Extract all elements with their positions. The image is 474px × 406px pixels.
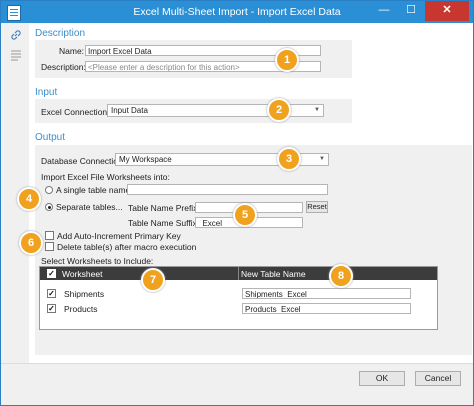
table-row[interactable]: ✓ Products Products_Excel xyxy=(40,302,437,315)
callout-badge-8: 8 xyxy=(329,264,353,288)
close-button[interactable]: ✕ xyxy=(425,1,469,21)
worksheets-grid: ✓ Worksheet New Table Name ✓ Shipments S… xyxy=(39,266,438,330)
separate-tables-radio[interactable] xyxy=(45,203,53,211)
import-into-label: Import Excel File Worksheets into: xyxy=(41,172,170,182)
column-header-worksheet: Worksheet xyxy=(62,269,103,279)
description-panel: Name: Import Excel Data Description: <Pl… xyxy=(35,40,352,78)
excel-connection-value: Input Data xyxy=(111,106,148,115)
single-table-label: A single table named: xyxy=(56,185,138,195)
table-prefix-label: Table Name Prefix: xyxy=(128,203,200,213)
database-connection-label: Database Connection: xyxy=(41,156,126,166)
chevron-down-icon: ▼ xyxy=(314,107,320,113)
chevron-down-icon: ▼ xyxy=(319,156,325,162)
single-table-name-field[interactable] xyxy=(127,184,328,195)
title-bar: Excel Multi-Sheet Import - Import Excel … xyxy=(1,1,473,23)
input-section-title: Input xyxy=(35,87,58,98)
callout-badge-2: 2 xyxy=(267,98,291,122)
callout-badge-1: 1 xyxy=(275,48,299,72)
callout-badge-6: 6 xyxy=(19,231,43,255)
row-checkbox-products[interactable]: ✓ xyxy=(47,304,56,313)
delete-tables-checkbox[interactable] xyxy=(45,242,54,251)
grid-header-row: ✓ Worksheet New Table Name xyxy=(40,267,437,280)
separate-tables-label: Separate tables... xyxy=(56,202,123,212)
list-icon[interactable] xyxy=(10,49,22,61)
reset-button[interactable]: Reset xyxy=(306,201,328,213)
new-table-name-field[interactable]: Shipments_Excel xyxy=(242,288,411,299)
input-panel: Excel Connection: Input Data ▼ xyxy=(35,99,352,123)
maximize-button[interactable]: ☐ xyxy=(398,1,424,21)
select-worksheets-label: Select Worksheets to Include: xyxy=(41,256,154,266)
auto-increment-checkbox[interactable] xyxy=(45,231,54,240)
single-table-radio[interactable] xyxy=(45,186,53,194)
auto-increment-label: Add Auto-Increment Primary Key xyxy=(57,231,181,241)
callout-badge-3: 3 xyxy=(277,147,301,171)
name-label: Name: xyxy=(59,46,85,56)
column-header-new-table-name: New Table Name xyxy=(241,269,306,279)
ok-button[interactable]: OK xyxy=(359,371,405,386)
database-connection-value: My Workspace xyxy=(119,155,172,164)
callout-badge-5: 5 xyxy=(233,203,257,227)
row-checkbox-shipments[interactable]: ✓ xyxy=(47,289,56,298)
table-row[interactable]: ✓ Shipments Shipments_Excel xyxy=(40,287,437,300)
worksheet-name: Products xyxy=(64,304,98,314)
table-suffix-label: Table Name Suffix: xyxy=(128,218,200,228)
excel-connection-label: Excel Connection: xyxy=(41,107,110,117)
dialog-window: Excel Multi-Sheet Import - Import Excel … xyxy=(0,0,474,406)
column-divider xyxy=(238,267,239,280)
description-label: Description: xyxy=(41,62,86,72)
output-section-title: Output xyxy=(35,132,66,143)
delete-tables-label: Delete table(s) after macro execution xyxy=(57,242,197,252)
cancel-button[interactable]: Cancel xyxy=(415,371,461,386)
callout-badge-4: 4 xyxy=(17,187,41,211)
minimize-button[interactable]: — xyxy=(371,1,397,21)
new-table-name-field[interactable]: Products_Excel xyxy=(242,303,411,314)
link-icon[interactable] xyxy=(10,29,22,41)
worksheet-name: Shipments xyxy=(64,289,105,299)
description-section-title: Description xyxy=(35,28,86,39)
callout-badge-7: 7 xyxy=(141,268,165,292)
dialog-footer: OK Cancel xyxy=(1,363,473,405)
select-all-checkbox[interactable]: ✓ xyxy=(47,269,56,278)
excel-connection-select[interactable]: Input Data ▼ xyxy=(107,104,324,117)
